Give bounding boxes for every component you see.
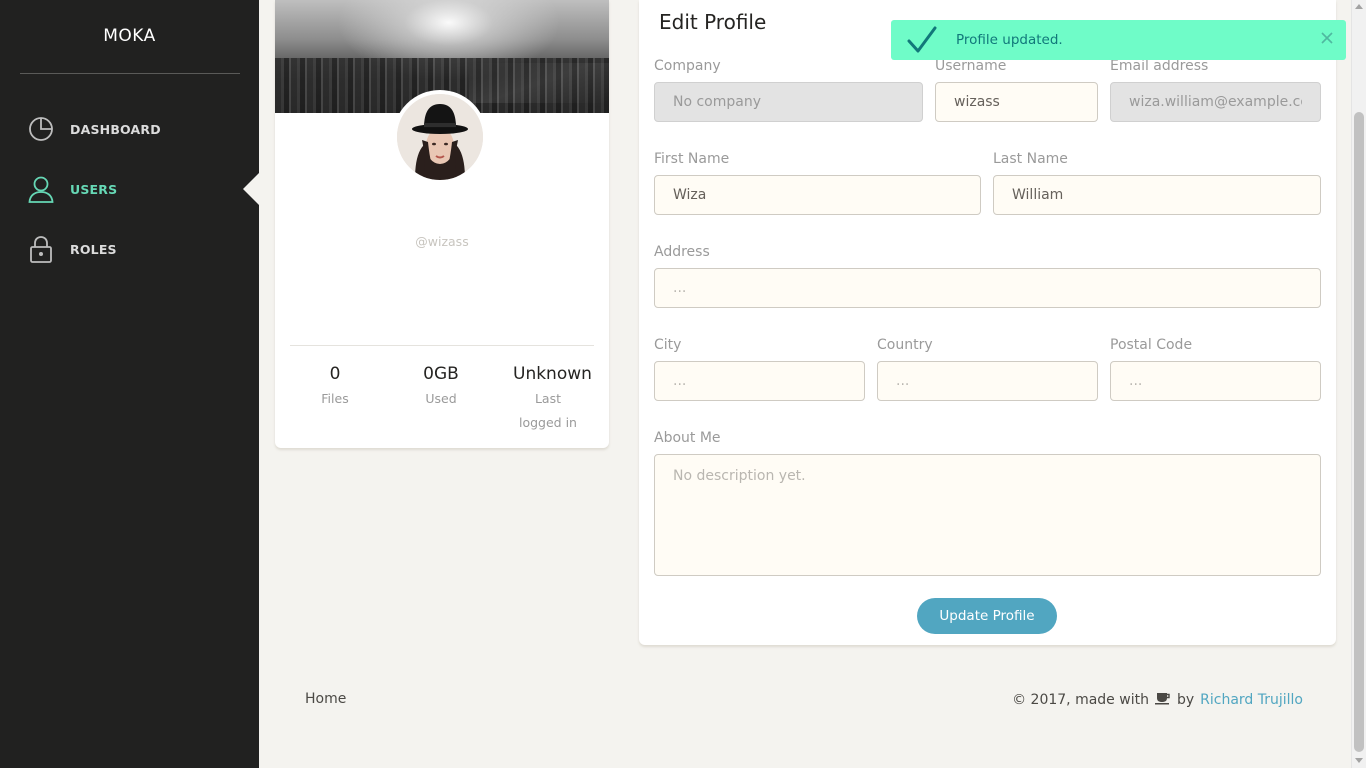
pie-chart-icon [28, 115, 54, 143]
first-name-label: First Name [654, 151, 730, 167]
logo-divider [20, 73, 240, 74]
email-label: Email address [1110, 58, 1209, 74]
page-scrollbar[interactable] [1351, 0, 1366, 768]
username-label: Username [935, 58, 1007, 74]
update-profile-button[interactable]: Update Profile [917, 598, 1057, 634]
country-field[interactable] [877, 361, 1098, 401]
coffee-icon [1154, 691, 1171, 709]
sidebar-item-roles[interactable]: ROLES [28, 234, 238, 264]
stat-used: 0GB Used [411, 363, 471, 411]
stat-value: Unknown [513, 364, 592, 384]
sidebar-item-label: USERS [70, 181, 118, 197]
lock-icon [28, 235, 54, 263]
footer-home-link[interactable]: Home [305, 691, 346, 707]
scroll-down-arrow[interactable] [1355, 758, 1363, 763]
stat-label: Used [425, 391, 457, 406]
sidebar-item-label: ROLES [70, 241, 117, 257]
page-title: Edit Profile [659, 10, 767, 34]
stat-label: Files [321, 391, 349, 406]
close-icon[interactable] [1318, 29, 1336, 47]
stat-last-login: Unknown Last logged in [513, 363, 592, 435]
first-name-field[interactable] [654, 175, 981, 215]
check-icon [907, 26, 937, 58]
profile-handle: @wizass [415, 234, 469, 249]
city-field[interactable] [654, 361, 865, 401]
about-me-label: About Me [654, 430, 721, 446]
stat-label: Last logged in [519, 391, 577, 430]
footer-credit: © 2017, made with by Richard Trujillo [1012, 691, 1303, 709]
toast-message: Profile updated. [956, 32, 1063, 48]
postal-code-field[interactable] [1110, 361, 1321, 401]
address-field[interactable] [654, 268, 1321, 308]
scroll-up-arrow[interactable] [1355, 4, 1363, 9]
stat-value: 0 [329, 364, 341, 384]
footer-credit-text: © 2017, made with [1012, 692, 1149, 708]
sidebar-item-label: DASHBOARD [70, 121, 161, 137]
sidebar-item-dashboard[interactable]: DASHBOARD [28, 114, 238, 144]
sidebar: MOKA DASHBOARD USERS ROLES [0, 0, 259, 768]
footer-by-text: by [1176, 692, 1195, 708]
email-field[interactable] [1110, 82, 1321, 122]
about-me-field[interactable] [654, 454, 1321, 576]
edit-profile-card: Edit Profile Company Username Email addr… [639, 0, 1336, 645]
company-field[interactable] [654, 82, 923, 122]
last-name-label: Last Name [993, 151, 1068, 167]
user-icon [28, 175, 54, 203]
author-link[interactable]: Richard Trujillo [1200, 692, 1303, 708]
active-nav-indicator [243, 173, 259, 205]
sidebar-item-users[interactable]: USERS [28, 174, 238, 204]
profile-card: @wizass 0 Files 0GB Used Unknown Last lo… [275, 0, 609, 448]
country-label: Country [877, 337, 933, 353]
username-field[interactable] [935, 82, 1098, 122]
success-toast: Profile updated. [891, 20, 1346, 60]
scroll-thumb[interactable] [1354, 112, 1364, 752]
city-label: City [654, 337, 682, 353]
card-divider [290, 345, 594, 346]
avatar [393, 90, 487, 184]
stat-files: 0 Files [305, 363, 365, 411]
app-logo[interactable]: MOKA [0, 26, 259, 46]
postal-code-label: Postal Code [1110, 337, 1193, 353]
stat-value: 0GB [423, 364, 459, 384]
last-name-field[interactable] [993, 175, 1321, 215]
company-label: Company [654, 58, 721, 74]
address-label: Address [654, 244, 710, 260]
